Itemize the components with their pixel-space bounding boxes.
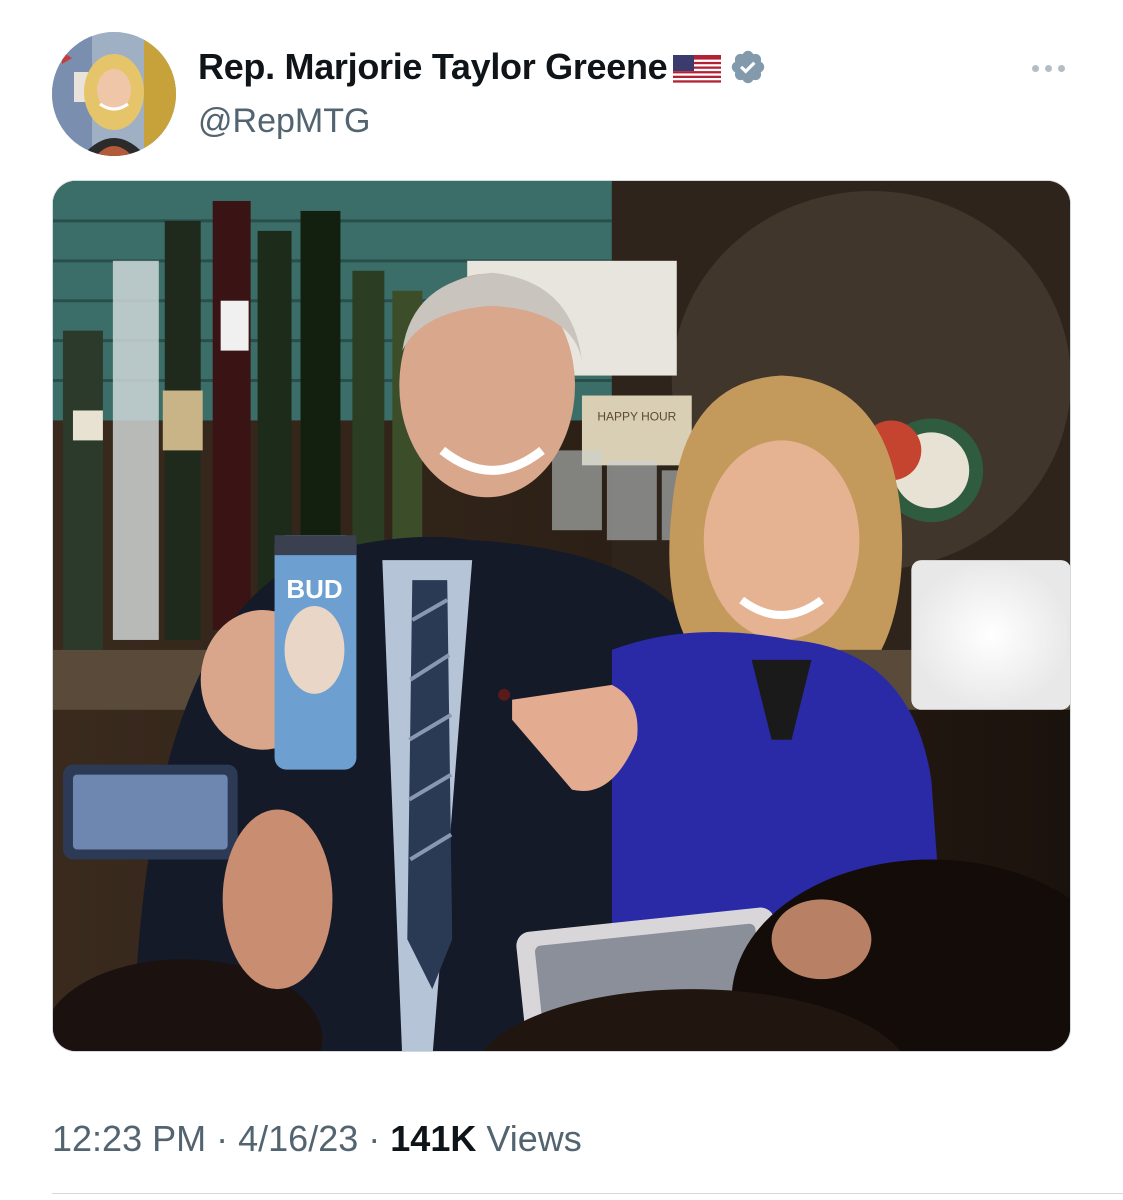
author-name[interactable]: Rep. Marjorie Taylor Greene	[198, 46, 767, 88]
meta-separator: ·	[216, 1118, 229, 1159]
views-label: Views	[486, 1118, 582, 1159]
meta-separator: ·	[368, 1118, 381, 1159]
verified-badge-icon[interactable]	[729, 48, 767, 86]
photo-sign-text: HAPPY HOUR	[597, 409, 676, 423]
photo-can-label: BUD	[286, 576, 342, 604]
photo-illustration: HAPPY HOUR BUD	[53, 181, 1070, 1051]
us-flag-icon	[673, 52, 722, 85]
tweet-meta: 12:23 PM · 4/16/23 · 141K Views	[52, 1118, 582, 1160]
tweet: Rep. Marjorie Taylor Greene @RepMTG HAPP…	[0, 0, 1123, 1200]
views-count: 141K	[390, 1118, 477, 1159]
more-dots-icon[interactable]	[1024, 50, 1072, 86]
author-display-name[interactable]: Rep. Marjorie Taylor Greene	[198, 46, 668, 88]
tweet-photo[interactable]: HAPPY HOUR BUD	[52, 180, 1071, 1052]
dot	[1057, 64, 1065, 72]
dot	[1031, 64, 1039, 72]
author-handle[interactable]: @RepMTG	[198, 102, 370, 141]
author-avatar[interactable]	[52, 32, 176, 156]
dot	[1044, 64, 1052, 72]
tweet-date[interactable]: 4/16/23	[238, 1118, 358, 1159]
divider	[52, 1193, 1123, 1194]
avatar-photo	[52, 32, 176, 156]
tweet-time[interactable]: 12:23 PM	[52, 1118, 206, 1159]
